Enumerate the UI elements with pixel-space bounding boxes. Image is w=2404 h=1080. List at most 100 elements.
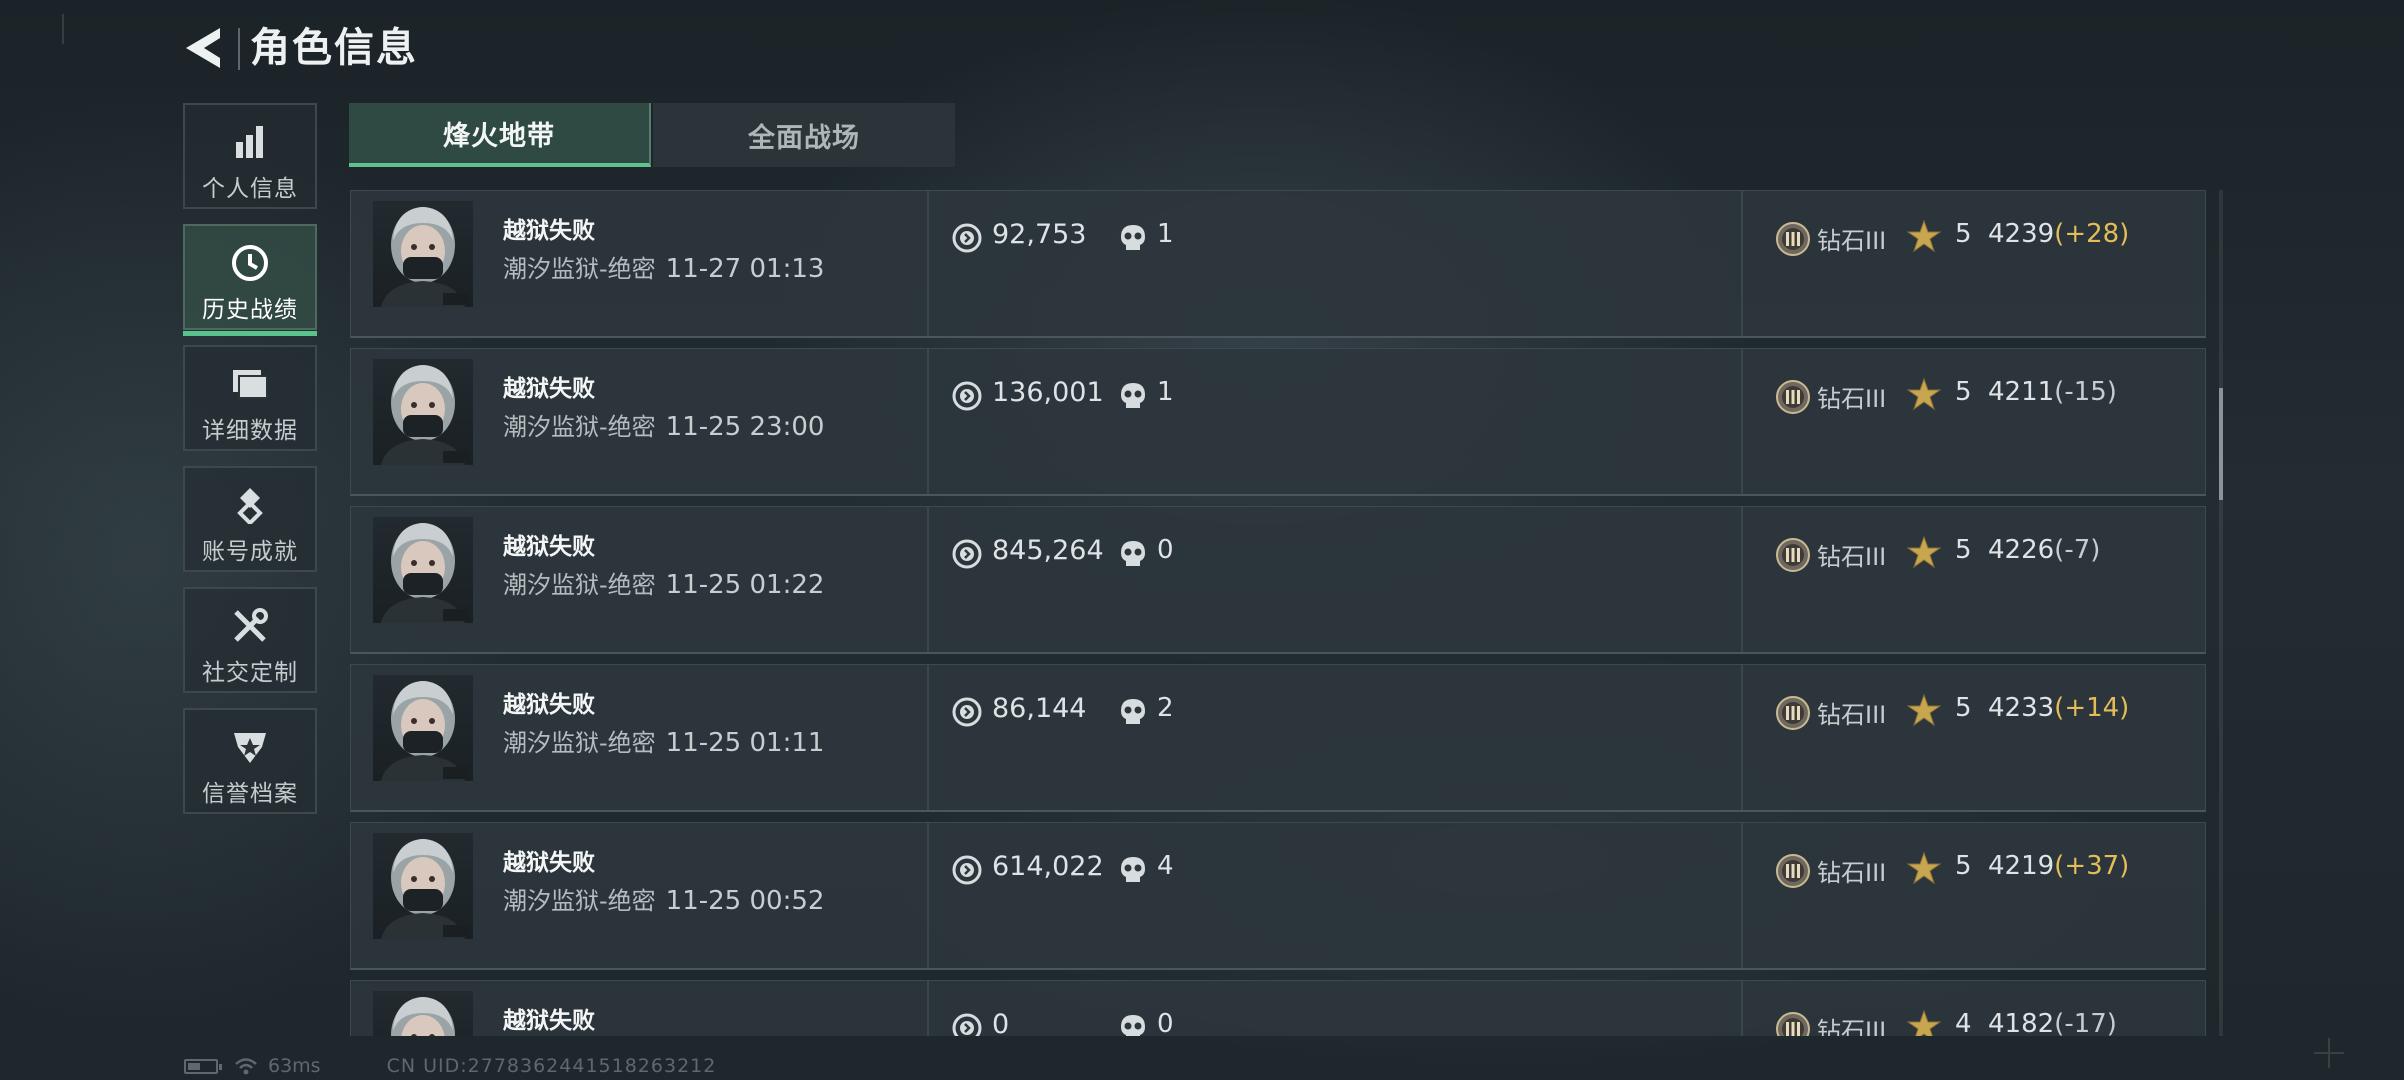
match-history-list[interactable]: 越狱失败 潮汐监狱-绝密 11-27 01:13 92,753 1 钻石III 5 4239(… xyxy=(350,190,2206,1036)
operator-avatar xyxy=(373,675,473,781)
status-bar: 63ms CN UID:2778362441518263212 xyxy=(184,1052,716,1080)
coin-icon xyxy=(952,697,982,727)
row-divider xyxy=(927,349,929,494)
star-icon xyxy=(1906,377,1942,411)
sidebar-item-label: 个人信息 xyxy=(202,176,298,202)
operator-avatar xyxy=(373,201,473,307)
rank-badge-icon xyxy=(1775,1011,1811,1036)
ping-text: 63ms xyxy=(268,1055,321,1077)
match-map: 潮汐监狱-绝密 xyxy=(503,887,656,915)
top-left-tick xyxy=(62,14,64,44)
rank-badge-icon xyxy=(1775,537,1811,573)
match-kills: 0 xyxy=(1157,535,1174,565)
match-result: 越狱失败 xyxy=(503,376,595,402)
score-delta: (+14) xyxy=(2054,693,2130,723)
match-row[interactable]: 越狱失败 潮汐监狱-绝密 11-27 01:13 92,753 1 钻石III 5 4239(… xyxy=(350,190,2206,338)
star-count: 5 xyxy=(1955,219,1972,249)
rank-score: 4219(+37) xyxy=(1988,851,2129,881)
row-divider xyxy=(1741,665,1743,810)
match-kills: 4 xyxy=(1157,851,1174,881)
match-result: 越狱失败 xyxy=(503,1008,595,1034)
bar-chart-icon xyxy=(233,123,267,161)
sidebar-item-achievements[interactable]: 账号成就 xyxy=(183,466,317,572)
match-info: 潮汐监狱-绝密 11-25 01:11 xyxy=(503,723,824,758)
tab-full-battlefield[interactable]: 全面战场 xyxy=(653,103,955,167)
score-value: 4219 xyxy=(1988,851,2055,881)
sidebar-item-label: 信誉档案 xyxy=(202,781,298,807)
row-divider xyxy=(927,665,929,810)
clock-history-icon xyxy=(231,244,269,282)
match-map: 潮汐监狱-绝密 xyxy=(503,413,656,441)
uid-text: CN UID:2778362441518263212 xyxy=(386,1055,717,1077)
coin-icon xyxy=(952,855,982,885)
star-count: 5 xyxy=(1955,851,1972,881)
page-title: 角色信息 xyxy=(250,25,418,71)
shield-badge-icon xyxy=(232,728,268,766)
row-divider xyxy=(927,981,929,1036)
sidebar-item-social[interactable]: 社交定制 xyxy=(183,587,317,693)
scrollbar-thumb[interactable] xyxy=(2219,388,2223,500)
rank-badge-icon xyxy=(1775,853,1811,889)
score-value: 4239 xyxy=(1988,219,2055,249)
match-kills: 2 xyxy=(1157,693,1174,723)
score-value: 4182 xyxy=(1988,1009,2055,1036)
coin-icon xyxy=(952,539,982,569)
sidebar-item-reputation[interactable]: 信誉档案 xyxy=(183,708,317,814)
skull-icon xyxy=(1119,855,1147,885)
score-value: 4211 xyxy=(1988,377,2055,407)
match-time: 11-27 01:13 xyxy=(665,254,825,284)
row-divider xyxy=(927,507,929,652)
back-arrow-icon xyxy=(186,28,220,68)
match-kills: 1 xyxy=(1157,219,1174,249)
rank-score: 4239(+28) xyxy=(1988,219,2129,249)
rank-name: 钻石III xyxy=(1817,1017,1887,1036)
wifi-icon xyxy=(235,1058,257,1075)
match-row[interactable]: 越狱失败 0 0 钻石III 4 4182(-17) xyxy=(350,980,2206,1036)
header-divider xyxy=(238,28,240,70)
sidebar-item-label: 详细数据 xyxy=(202,418,298,444)
rank-badge-icon xyxy=(1775,379,1811,415)
score-delta: (-7) xyxy=(2054,535,2101,565)
score-value: 4233 xyxy=(1988,693,2055,723)
match-time: 11-25 00:52 xyxy=(665,886,825,916)
skull-icon xyxy=(1119,223,1147,253)
match-row[interactable]: 越狱失败 潮汐监狱-绝密 11-25 23:00 136,001 1 钻石III 5 4211… xyxy=(350,348,2206,496)
rank-name: 钻石III xyxy=(1817,859,1887,887)
coin-icon xyxy=(952,381,982,411)
match-row[interactable]: 越狱失败 潮汐监狱-绝密 11-25 01:22 845,264 0 钻石III 5 4226… xyxy=(350,506,2206,654)
match-row[interactable]: 越狱失败 潮汐监狱-绝密 11-25 01:11 86,144 2 钻石III 5 4233(… xyxy=(350,664,2206,812)
medal-achievement-icon xyxy=(232,486,268,524)
score-delta: (-17) xyxy=(2054,1009,2117,1036)
star-icon xyxy=(1906,693,1942,727)
skull-icon xyxy=(1119,381,1147,411)
score-value: 4226 xyxy=(1988,535,2055,565)
rank-name: 钻石III xyxy=(1817,227,1887,255)
sidebar-item-profile[interactable]: 个人信息 xyxy=(183,103,317,209)
match-time: 11-25 23:00 xyxy=(665,412,825,442)
match-row[interactable]: 越狱失败潮汐监狱-绝密 11-25 00:52 614,022 4 钻石III 5 4219… xyxy=(350,822,2206,970)
score-delta: (+28) xyxy=(2054,219,2130,249)
rank-score: 4233(+14) xyxy=(1988,693,2129,723)
star-count: 5 xyxy=(1955,377,1972,407)
skull-icon xyxy=(1119,539,1147,569)
back-button[interactable] xyxy=(180,22,230,74)
sidebar-item-history[interactable]: 历史战绩 xyxy=(183,224,317,336)
match-time: 11-25 01:22 xyxy=(665,570,825,600)
star-icon xyxy=(1906,219,1942,253)
match-map: 潮汐监狱-绝密 xyxy=(503,571,656,599)
star-icon xyxy=(1906,1009,1942,1036)
battery-icon xyxy=(184,1058,222,1074)
match-result: 越狱失败 xyxy=(503,850,595,876)
match-info: 潮汐监狱-绝密 11-25 01:22 xyxy=(503,565,824,600)
match-info: 潮汐监狱-绝密 11-25 23:00 xyxy=(503,407,824,442)
score-delta: (-15) xyxy=(2054,377,2117,407)
tab-firezone[interactable]: 烽火地带 xyxy=(349,103,651,167)
match-info: 潮汐监狱-绝密 11-27 01:13 xyxy=(503,249,824,284)
match-map: 潮汐监狱-绝密 xyxy=(503,729,656,757)
match-value: 614,022 xyxy=(992,851,1104,882)
row-divider xyxy=(1741,191,1743,336)
coin-icon xyxy=(952,223,982,253)
sidebar-item-details[interactable]: 详细数据 xyxy=(183,345,317,451)
rank-badge-icon xyxy=(1775,695,1811,731)
row-divider xyxy=(1741,823,1743,968)
